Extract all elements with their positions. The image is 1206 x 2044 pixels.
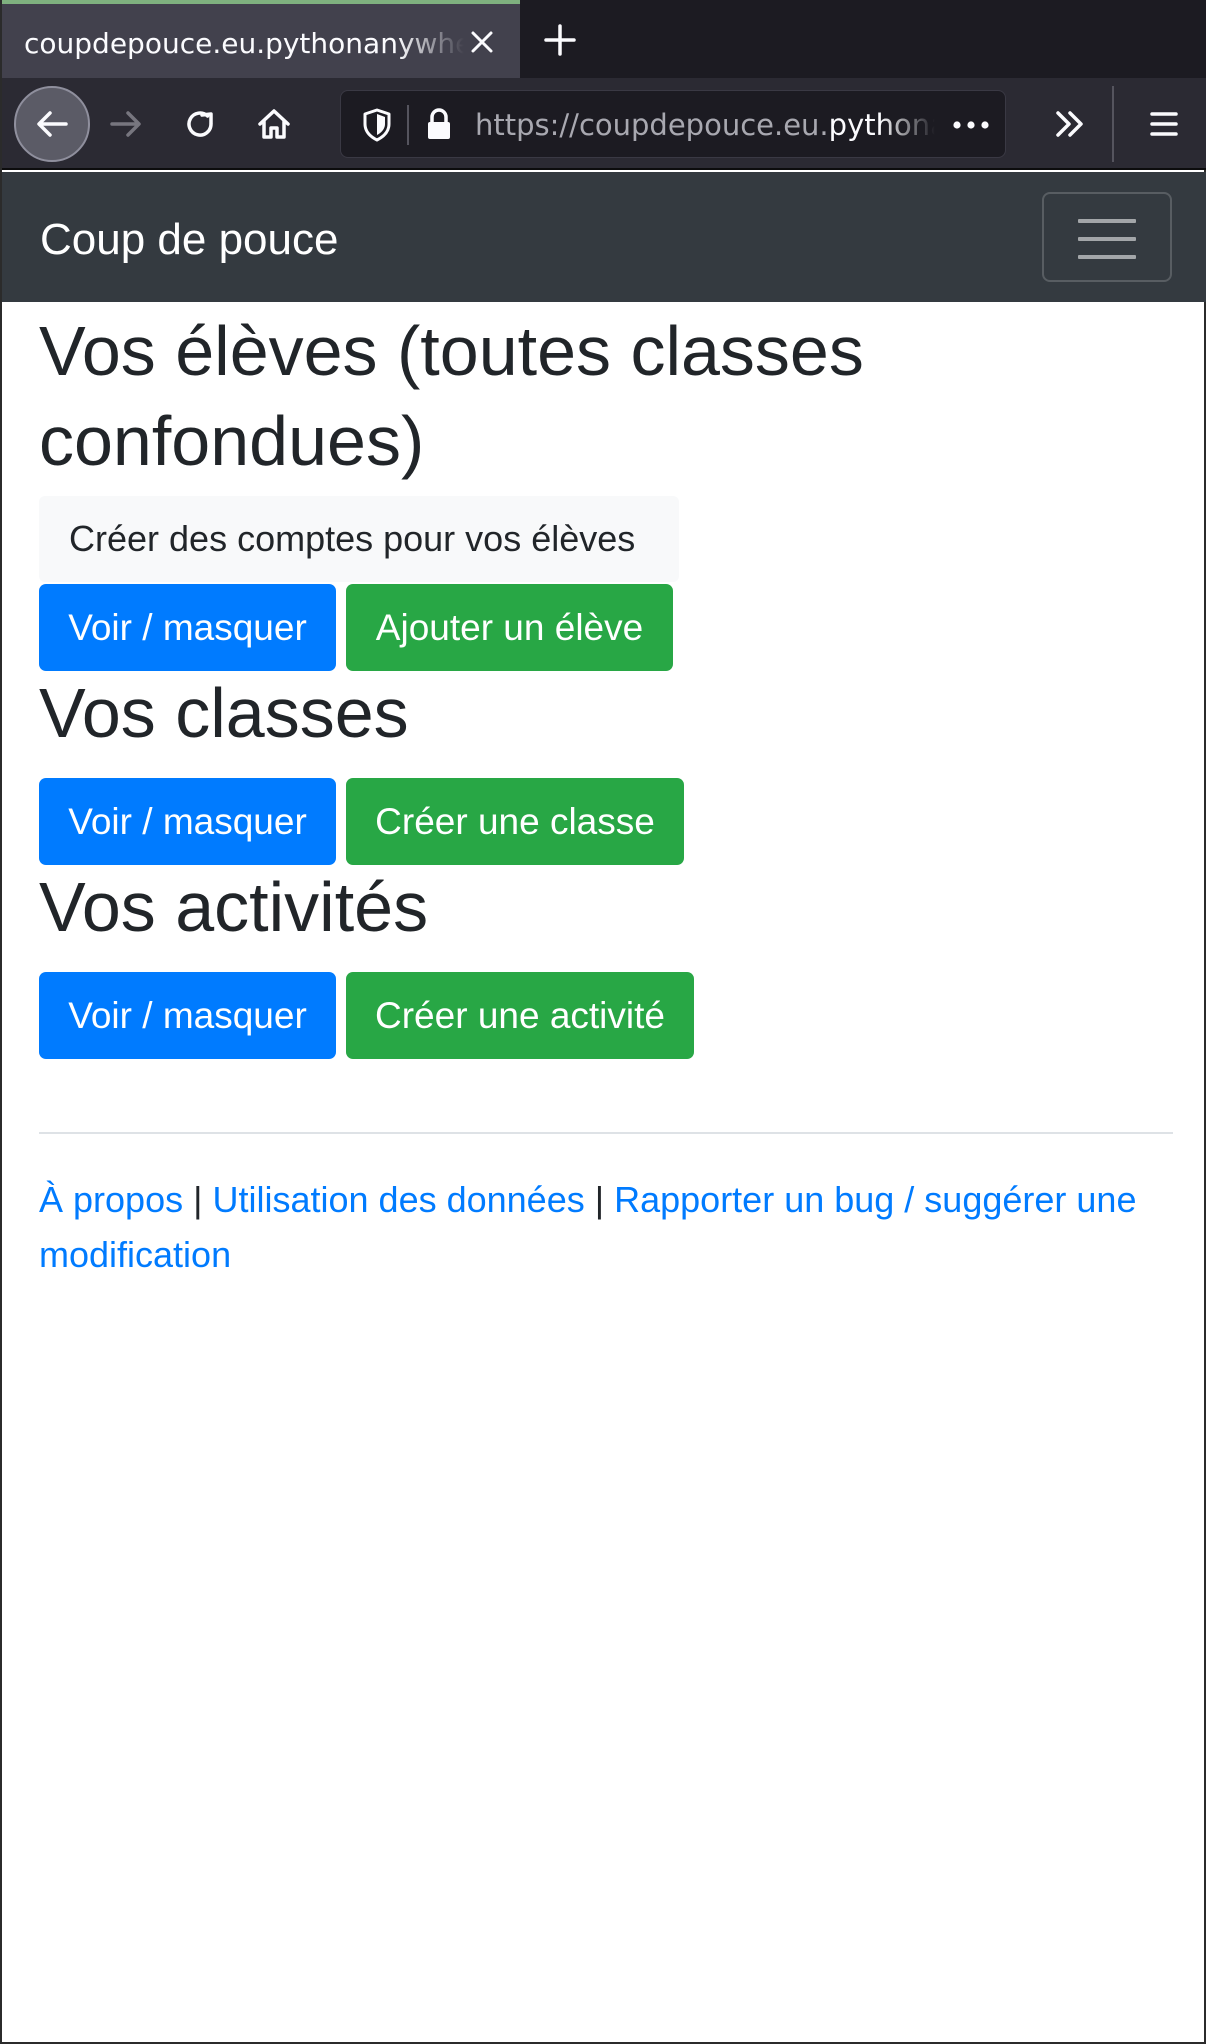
add-student-button[interactable]: Ajouter un élève xyxy=(346,584,673,671)
hamburger-icon[interactable] xyxy=(1130,90,1198,158)
shield-icon[interactable] xyxy=(357,105,397,145)
arrow-right-icon[interactable] xyxy=(92,90,160,158)
classes-toggle-button[interactable]: Voir / masquer xyxy=(39,778,336,865)
url-bar[interactable]: https://coupdepouce.eu.pythonanywhere.co… xyxy=(340,90,1006,158)
classes-heading: Vos classes xyxy=(39,674,409,752)
browser-toolbar: https://coupdepouce.eu.pythonanywhere.co… xyxy=(2,78,1206,170)
students-heading: Vos élèves (toutes classes confondues) xyxy=(39,312,864,480)
activities-toggle-button[interactable]: Voir / masquer xyxy=(39,972,336,1059)
lock-icon[interactable] xyxy=(419,105,459,145)
toggler-bar xyxy=(1078,219,1136,223)
footer-separator: | xyxy=(193,1179,203,1220)
reload-icon[interactable] xyxy=(166,90,234,158)
arrow-left-icon[interactable] xyxy=(14,86,90,162)
more-horizontal-icon[interactable] xyxy=(947,105,995,145)
report-bug-link[interactable]: Rapporter un bug / suggérer une modifica… xyxy=(39,1179,1136,1275)
toggler-bar xyxy=(1078,255,1136,259)
toggler-bar xyxy=(1078,237,1136,241)
url-text[interactable]: https://coupdepouce.eu.pythonanywhere.co… xyxy=(475,105,935,145)
plus-icon[interactable] xyxy=(538,18,582,62)
browser-tab[interactable]: coupdepouce.eu.pythonanywhere.com xyxy=(2,0,520,78)
home-icon[interactable] xyxy=(240,90,308,158)
create-activity-button[interactable]: Créer une activité xyxy=(346,972,694,1059)
students-toggle-button[interactable]: Voir / masquer xyxy=(39,584,336,671)
site-brand[interactable]: Coup de pouce xyxy=(40,212,338,268)
double-chevron-right-icon[interactable] xyxy=(1036,90,1104,158)
footer-separator: | xyxy=(594,1179,605,1220)
footer-divider xyxy=(39,1132,1173,1134)
url-host: pythonanywhere.com/ xyxy=(828,108,935,142)
navbar-toggle-button[interactable] xyxy=(1042,192,1172,282)
create-class-button[interactable]: Créer une classe xyxy=(346,778,684,865)
data-usage-link[interactable]: Utilisation des données xyxy=(212,1179,584,1220)
about-link[interactable]: À propos xyxy=(39,1179,183,1220)
footer-links: À propos | Utilisation des données | Rap… xyxy=(39,1172,1173,1282)
tab-title: coupdepouce.eu.pythonanywhere.com xyxy=(24,27,464,60)
toolbar-divider xyxy=(1112,86,1114,162)
create-accounts-link[interactable]: Créer des comptes pour vos élèves xyxy=(39,496,679,582)
url-prefix: https://coupdepouce.eu. xyxy=(475,108,829,142)
close-icon[interactable] xyxy=(464,24,500,60)
browser-tab-bar: coupdepouce.eu.pythonanywhere.com xyxy=(2,0,1206,78)
site-navbar: Coup de pouce xyxy=(2,172,1206,302)
activities-heading: Vos activités xyxy=(39,868,429,946)
url-divider xyxy=(407,105,409,145)
